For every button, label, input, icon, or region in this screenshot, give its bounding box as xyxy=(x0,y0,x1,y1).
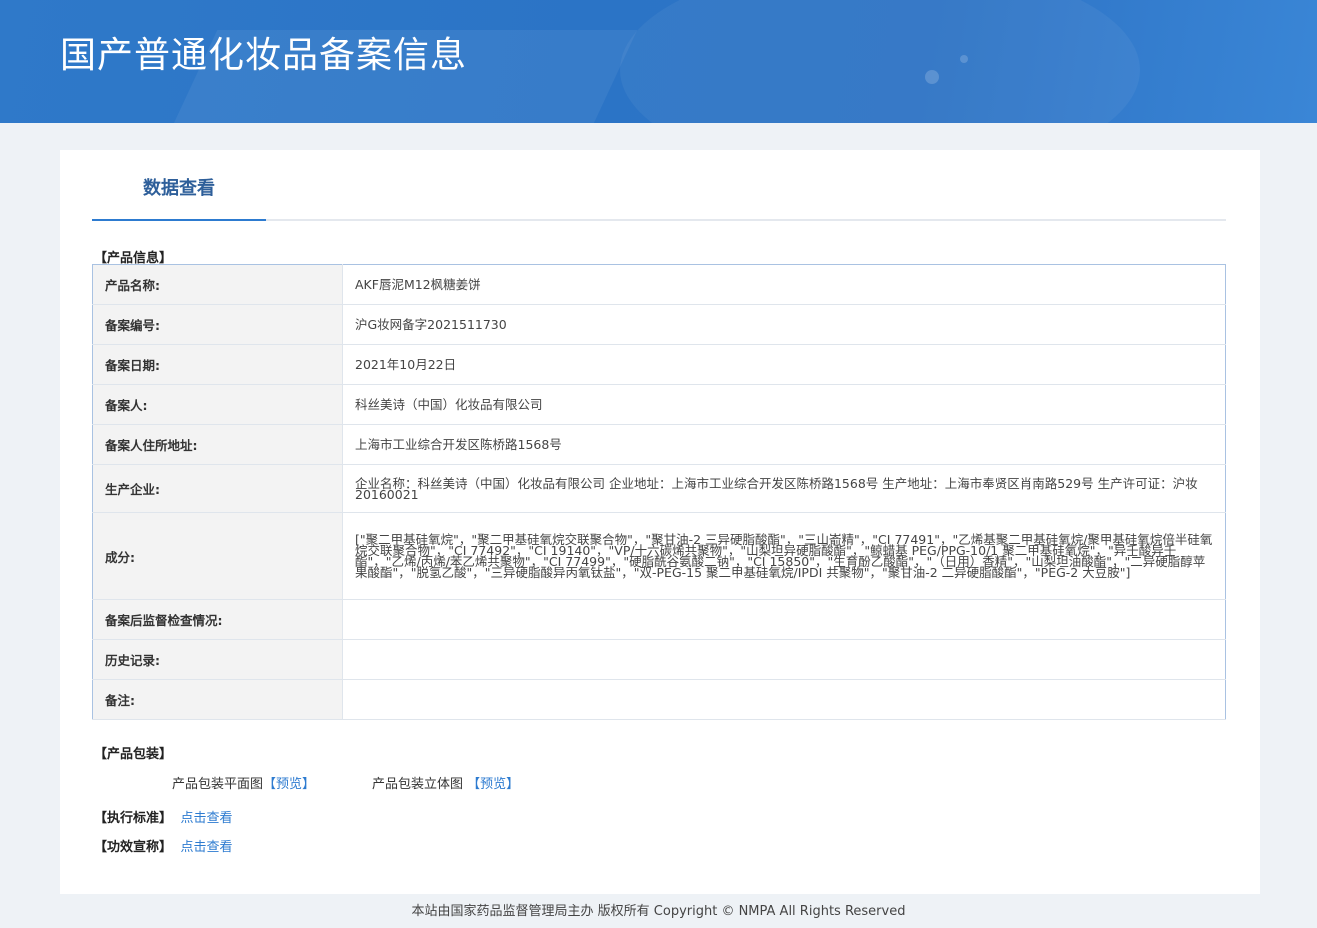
row-value: 上海市工业综合开发区陈桥路1568号 xyxy=(342,424,1226,465)
package-flat-preview-link[interactable]: 【预览】 xyxy=(263,777,315,792)
row-value: ["聚二甲基硅氧烷"，"聚二甲基硅氧烷交联聚合物"，"聚甘油-2 三异硬脂酸酯"… xyxy=(342,512,1226,600)
table-row: 备注: xyxy=(92,679,1226,720)
banner-decoration xyxy=(620,0,1140,123)
row-key: 备案编号: xyxy=(92,304,343,345)
table-row: 成分: ["聚二甲基硅氧烷"，"聚二甲基硅氧烷交联聚合物"，"聚甘油-2 三异硬… xyxy=(92,512,1226,600)
row-key: 备案人住所地址: xyxy=(92,424,343,465)
efficacy-view-link[interactable]: 点击查看 xyxy=(181,840,233,855)
banner-dot xyxy=(960,55,968,63)
row-value xyxy=(342,639,1226,680)
row-key: 备案人: xyxy=(92,384,343,425)
row-value: 沪G妆网备字2021511730 xyxy=(342,304,1226,345)
content-card: 数据查看 【产品信息】 产品名称: AKF唇泥M12枫糖姜饼 备案编号: 沪G妆… xyxy=(60,150,1260,894)
package-solid-label: 产品包装立体图 xyxy=(372,777,464,792)
package-solid-item: 产品包装立体图 【预览】 xyxy=(372,773,519,792)
table-row: 备案日期: 2021年10月22日 xyxy=(92,344,1226,385)
tab-data-view[interactable]: 数据查看 xyxy=(92,150,266,221)
row-key: 备案日期: xyxy=(92,344,343,385)
table-row: 备案人住所地址: 上海市工业综合开发区陈桥路1568号 xyxy=(92,424,1226,465)
tab-bar: 数据查看 xyxy=(92,150,1226,221)
row-key: 备注: xyxy=(92,679,343,720)
efficacy-section: 【功效宣称】 点击查看 xyxy=(94,836,233,855)
packaging-section-label: 【产品包装】 xyxy=(94,747,173,762)
row-value: 2021年10月22日 xyxy=(342,344,1226,385)
standard-view-link[interactable]: 点击查看 xyxy=(181,811,233,826)
row-value: AKF唇泥M12枫糖姜饼 xyxy=(342,264,1226,305)
footer-copyright: 本站由国家药品监督管理局主办 版权所有 Copyright © NMPA All… xyxy=(411,904,906,919)
product-info-table: 产品名称: AKF唇泥M12枫糖姜饼 备案编号: 沪G妆网备字202151173… xyxy=(92,264,1226,720)
row-value xyxy=(342,599,1226,640)
standard-label: 【执行标准】 xyxy=(94,811,173,826)
table-row: 生产企业: 企业名称：科丝美诗（中国）化妆品有限公司 企业地址：上海市工业综合开… xyxy=(92,464,1226,513)
table-row: 备案人: 科丝美诗（中国）化妆品有限公司 xyxy=(92,384,1226,425)
package-flat-label: 产品包装平面图 xyxy=(172,777,264,792)
package-solid-preview-link[interactable]: 【预览】 xyxy=(467,777,519,792)
table-row: 备案编号: 沪G妆网备字2021511730 xyxy=(92,304,1226,345)
table-row: 历史记录: xyxy=(92,639,1226,680)
row-key: 成分: xyxy=(92,512,343,600)
header-banner: 国产普通化妆品备案信息 xyxy=(0,0,1317,123)
package-flat-item: 产品包装平面图【预览】 xyxy=(172,773,315,792)
row-key: 产品名称: xyxy=(92,264,343,305)
page-title: 国产普通化妆品备案信息 xyxy=(60,35,468,76)
banner-dot xyxy=(925,70,939,84)
efficacy-label: 【功效宣称】 xyxy=(94,840,173,855)
standard-section: 【执行标准】 点击查看 xyxy=(94,807,233,826)
row-value xyxy=(342,679,1226,720)
row-key: 生产企业: xyxy=(92,464,343,513)
row-value: 科丝美诗（中国）化妆品有限公司 xyxy=(342,384,1226,425)
table-row: 产品名称: AKF唇泥M12枫糖姜饼 xyxy=(92,264,1226,305)
row-key: 历史记录: xyxy=(92,639,343,680)
table-row: 备案后监督检查情况: xyxy=(92,599,1226,640)
row-key: 备案后监督检查情况: xyxy=(92,599,343,640)
row-value: 企业名称：科丝美诗（中国）化妆品有限公司 企业地址：上海市工业综合开发区陈桥路1… xyxy=(342,464,1226,513)
